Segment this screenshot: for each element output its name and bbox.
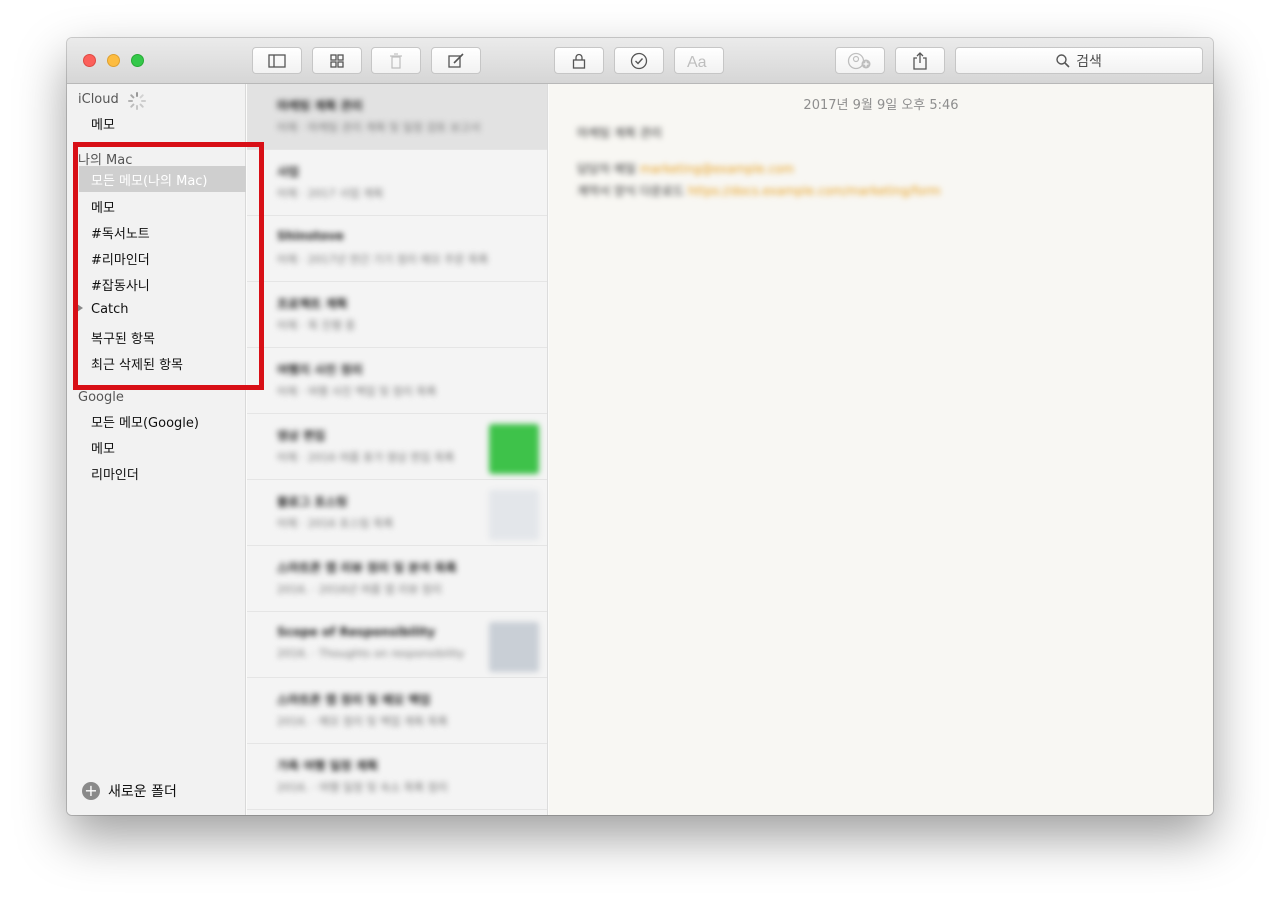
sidebar-icon: [268, 53, 286, 68]
section-google: Google: [78, 390, 124, 405]
note-snippet: 어제 · 2017년 연간 기기 정리 메모 주문 목록: [277, 253, 489, 265]
note-title: 블로그 포스팅: [277, 495, 348, 507]
gallery-view-button[interactable]: [312, 47, 362, 74]
note-snippet: 2016. · 메모 정리 및 백업 계획 목록: [277, 715, 448, 727]
note-list-item[interactable]: 스마트폰 앱 정리 및 메모 백업 2016. · 메모 정리 및 백업 계획 …: [247, 678, 547, 744]
sidebar-item-google-memo[interactable]: 메모: [91, 438, 115, 457]
note-snippet: 2016. · 2016년 여름 앱 리뷰 정리: [277, 583, 442, 595]
text-format-icon: Aa: [687, 54, 707, 69]
note-link[interactable]: https://docs.example.com/marketing/form: [688, 184, 941, 198]
collaborate-button[interactable]: [835, 47, 885, 74]
delete-button[interactable]: [371, 47, 421, 74]
search-icon: [1056, 53, 1070, 68]
lock-button[interactable]: [554, 47, 604, 74]
note-body-line: 담당자 메일 marketing@example.com: [577, 162, 795, 176]
note-link[interactable]: marketing@example.com: [640, 162, 794, 176]
note-snippet: 어제 · 2017 사업 계획: [277, 187, 384, 199]
search-field[interactable]: 검색: [955, 47, 1203, 74]
note-editor[interactable]: 2017년 9월 9일 오후 5:46 마케팅 계획 관리 담당자 메일 mar…: [549, 84, 1213, 815]
grid-icon: [330, 53, 344, 68]
note-snippet: 2016. · Thoughts on responsibility: [277, 647, 465, 660]
sidebar-item-icloud-memo[interactable]: 메모: [91, 114, 115, 133]
note-list-item[interactable]: 마케팅 계획 관리 어제 · 마케팅 관리 계획 및 일정 검토 보고서: [247, 84, 547, 150]
note-title: 스마트폰 앱 리뷰 정리 및 분석 목록: [277, 561, 457, 573]
note-thumbnail: [489, 622, 539, 672]
note-list-item[interactable]: 블로그 포스팅 어제 · 2016 포스팅 목록: [247, 480, 547, 546]
note-thumbnail: [489, 490, 539, 540]
format-button[interactable]: Aa: [674, 47, 724, 74]
search-placeholder: 검색: [1076, 53, 1102, 70]
sidebar-toggle-button[interactable]: [252, 47, 302, 74]
note-list-item[interactable]: 여행지 사진 정리 어제 · 여행 사진 백업 및 정리 목록: [247, 348, 547, 414]
section-icloud: iCloud: [78, 92, 119, 107]
note-thumbnail: [489, 424, 539, 474]
note-list-item[interactable]: Scope of Responsibility 2016. · Thoughts…: [247, 612, 547, 678]
compose-icon: [448, 52, 464, 68]
add-person-icon: [847, 52, 871, 69]
svg-text:Aa: Aa: [687, 54, 707, 69]
note-snippet: 어제 · 여행 사진 백업 및 정리 목록: [277, 385, 437, 397]
note-snippet: 어제 · 마케팅 관리 계획 및 일정 검토 보고서: [277, 121, 481, 133]
checklist-button[interactable]: [614, 47, 664, 74]
note-title: 여행지 사진 정리: [277, 363, 363, 375]
note-list-item[interactable]: Shinstove 어제 · 2017년 연간 기기 정리 메모 주문 목록: [247, 216, 547, 282]
note-list-item[interactable]: 스마트폰 앱 리뷰 정리 및 분석 목록 2016. · 2016년 여름 앱 …: [247, 546, 547, 612]
note-title: 사업: [277, 165, 300, 177]
loading-spinner-icon: [128, 92, 146, 110]
new-folder-button[interactable]: + 새로운 폴더: [82, 781, 177, 801]
note-list-item[interactable]: 프로젝트 계획 어제 · 목 진행 중: [247, 282, 547, 348]
note-body-line: 마케팅 계획 관리: [577, 126, 662, 140]
note-snippet: 어제 · 목 진행 중: [277, 319, 356, 331]
share-button[interactable]: [895, 47, 945, 74]
note-title: 마케팅 계획 관리: [277, 99, 363, 111]
trash-icon: [390, 52, 402, 69]
compose-button[interactable]: [431, 47, 481, 74]
plus-circle-icon: +: [82, 782, 100, 800]
share-icon: [913, 51, 927, 70]
note-snippet: 어제 · 2016 여름 휴가 영상 편집 목록: [277, 451, 455, 463]
note-title: Scope of Responsibility: [277, 625, 436, 639]
note-title: 영상 편집: [277, 429, 326, 441]
highlight-annotation-box: [73, 142, 264, 390]
minimize-button[interactable]: [107, 54, 120, 67]
sidebar-item-all-notes-google[interactable]: 모든 메모(Google): [91, 412, 199, 431]
lock-icon: [572, 53, 586, 69]
note-title: 가족 여행 일정 계획: [277, 759, 378, 771]
note-title: 스마트폰 앱 정리 및 메모 백업: [277, 693, 431, 705]
close-button[interactable]: [83, 54, 96, 67]
note-title: 프로젝트 계획: [277, 297, 348, 309]
note-title: Shinstove: [277, 229, 344, 243]
zoom-button[interactable]: [131, 54, 144, 67]
titlebar: Aa 검색: [67, 38, 1213, 84]
note-snippet: 어제 · 2016 포스팅 목록: [277, 517, 394, 529]
note-list-item[interactable]: 가족 여행 일정 계획 2016. · 여행 일정 및 숙소 목록 정리: [247, 744, 547, 810]
note-list-item[interactable]: 영상 편집 어제 · 2016 여름 휴가 영상 편집 목록: [247, 414, 547, 480]
sidebar-item-google-reminder[interactable]: 리마인더: [91, 464, 139, 483]
note-date: 2017년 9월 9일 오후 5:46: [803, 98, 959, 113]
note-body-line: 계약서 양식 다운로드 https://docs.example.com/mar…: [577, 184, 941, 198]
note-snippet: 2016. · 여행 일정 및 숙소 목록 정리: [277, 781, 448, 793]
checkmark-circle-icon: [630, 52, 648, 69]
note-list-item[interactable]: 사업 어제 · 2017 사업 계획: [247, 150, 547, 216]
new-folder-label: 새로운 폴더: [108, 784, 177, 800]
note-list: 마케팅 계획 관리 어제 · 마케팅 관리 계획 및 일정 검토 보고서 사업 …: [247, 84, 548, 815]
